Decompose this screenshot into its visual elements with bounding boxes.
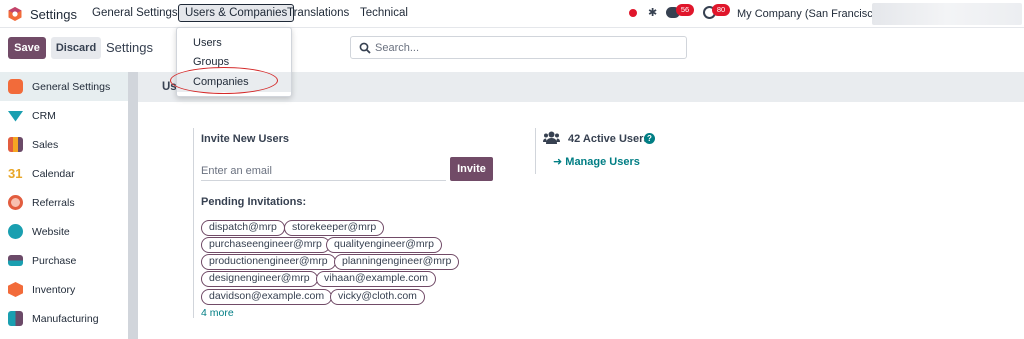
- sidebar-item-crm[interactable]: CRM: [0, 101, 128, 130]
- search-icon: [359, 42, 371, 54]
- sidebar-item-label: Referrals: [32, 196, 75, 209]
- settings-sidebar: General Settings CRM Sales 31 Calendar R…: [0, 72, 138, 339]
- menu-general-settings[interactable]: General Settings: [92, 7, 178, 19]
- crm-icon: [8, 111, 23, 122]
- pending-invitation[interactable]: vicky@cloth.com: [330, 289, 425, 305]
- top-navbar: Settings General Settings Users & Compan…: [0, 0, 1024, 28]
- search-box: [350, 36, 687, 59]
- setting-divider: [193, 128, 194, 318]
- manufacturing-icon: [8, 311, 23, 326]
- calendar-icon: 31: [8, 166, 23, 181]
- sidebar-item-label: Calendar: [32, 167, 75, 180]
- activities-badge: 80: [712, 4, 730, 16]
- user-avatar-menu[interactable]: [872, 3, 1022, 25]
- pending-invitation[interactable]: dispatch@mrp: [201, 220, 285, 236]
- dropdown-item-users[interactable]: Users: [193, 37, 222, 49]
- help-icon[interactable]: ?: [644, 133, 655, 144]
- sidebar-item-label: Purchase: [32, 254, 77, 267]
- referrals-icon: [8, 195, 23, 210]
- settings-app-icon[interactable]: [7, 6, 23, 22]
- bug-icon[interactable]: ✱: [648, 6, 657, 19]
- pending-invitation[interactable]: storekeeper@mrp: [284, 220, 385, 236]
- active-users-count: 42 Active Users: [568, 133, 650, 145]
- sidebar-item-label: Inventory: [32, 283, 76, 296]
- sidebar-item-referrals[interactable]: Referrals: [0, 188, 128, 217]
- menu-translations[interactable]: Translations: [287, 7, 349, 19]
- sidebar-item-label: Website: [32, 225, 70, 238]
- record-icon[interactable]: [629, 9, 637, 17]
- purchase-icon: [8, 255, 23, 266]
- sidebar-item-label: General Settings: [32, 80, 111, 93]
- pending-invitation[interactable]: purchaseengineer@mrp: [201, 237, 330, 253]
- manage-users-label: Manage Users: [565, 156, 640, 168]
- inventory-icon: [8, 282, 23, 297]
- sidebar-item-sales[interactable]: Sales: [0, 130, 128, 159]
- pending-invitation[interactable]: vihaan@example.com: [316, 271, 437, 287]
- manage-users-link[interactable]: ➜ Manage Users: [553, 155, 640, 168]
- sidebar-item-manufacturing[interactable]: Manufacturing: [0, 304, 128, 333]
- save-button[interactable]: Save: [8, 37, 46, 59]
- company-switcher[interactable]: My Company (San Francisco): [737, 8, 883, 20]
- users-icon: [543, 131, 560, 144]
- menu-users-companies[interactable]: Users & Companies: [178, 4, 295, 22]
- messages-badge: 56: [676, 4, 694, 16]
- more-invitations-link[interactable]: 4 more: [201, 307, 234, 319]
- sidebar-item-general-settings[interactable]: General Settings: [0, 72, 128, 101]
- pending-invitation[interactable]: designengineer@mrp: [201, 271, 318, 287]
- pending-invitation[interactable]: planningengineer@mrp: [334, 254, 460, 270]
- highlight-circle: [170, 67, 278, 94]
- website-icon: [8, 224, 23, 239]
- app-title[interactable]: Settings: [30, 7, 77, 22]
- sidebar-item-label: Manufacturing: [32, 312, 99, 325]
- menu-technical[interactable]: Technical: [360, 7, 408, 19]
- pending-invitation[interactable]: productionengineer@mrp: [201, 254, 336, 270]
- invite-title: Invite New Users: [201, 133, 290, 145]
- pending-invitation[interactable]: qualityengineer@mrp: [326, 237, 442, 253]
- sidebar-item-purchase[interactable]: Purchase: [0, 246, 128, 275]
- discard-button[interactable]: Discard: [51, 37, 101, 59]
- setting-divider: [535, 128, 536, 174]
- sidebar-scrollbar[interactable]: [128, 72, 138, 339]
- sidebar-item-label: Sales: [32, 138, 59, 151]
- general-settings-icon: [8, 79, 23, 94]
- pending-invitation[interactable]: davidson@example.com: [201, 289, 333, 305]
- breadcrumb: Settings: [106, 40, 153, 55]
- invite-button[interactable]: Invite: [450, 157, 493, 181]
- email-field[interactable]: [201, 162, 446, 181]
- sidebar-item-label: CRM: [32, 109, 56, 122]
- search-input[interactable]: [375, 40, 675, 56]
- sidebar-item-inventory[interactable]: Inventory: [0, 275, 128, 304]
- sidebar-item-website[interactable]: Website: [0, 217, 128, 246]
- pending-title: Pending Invitations:: [201, 196, 307, 208]
- sidebar-item-calendar[interactable]: 31 Calendar: [0, 159, 128, 188]
- sales-icon: [8, 137, 23, 152]
